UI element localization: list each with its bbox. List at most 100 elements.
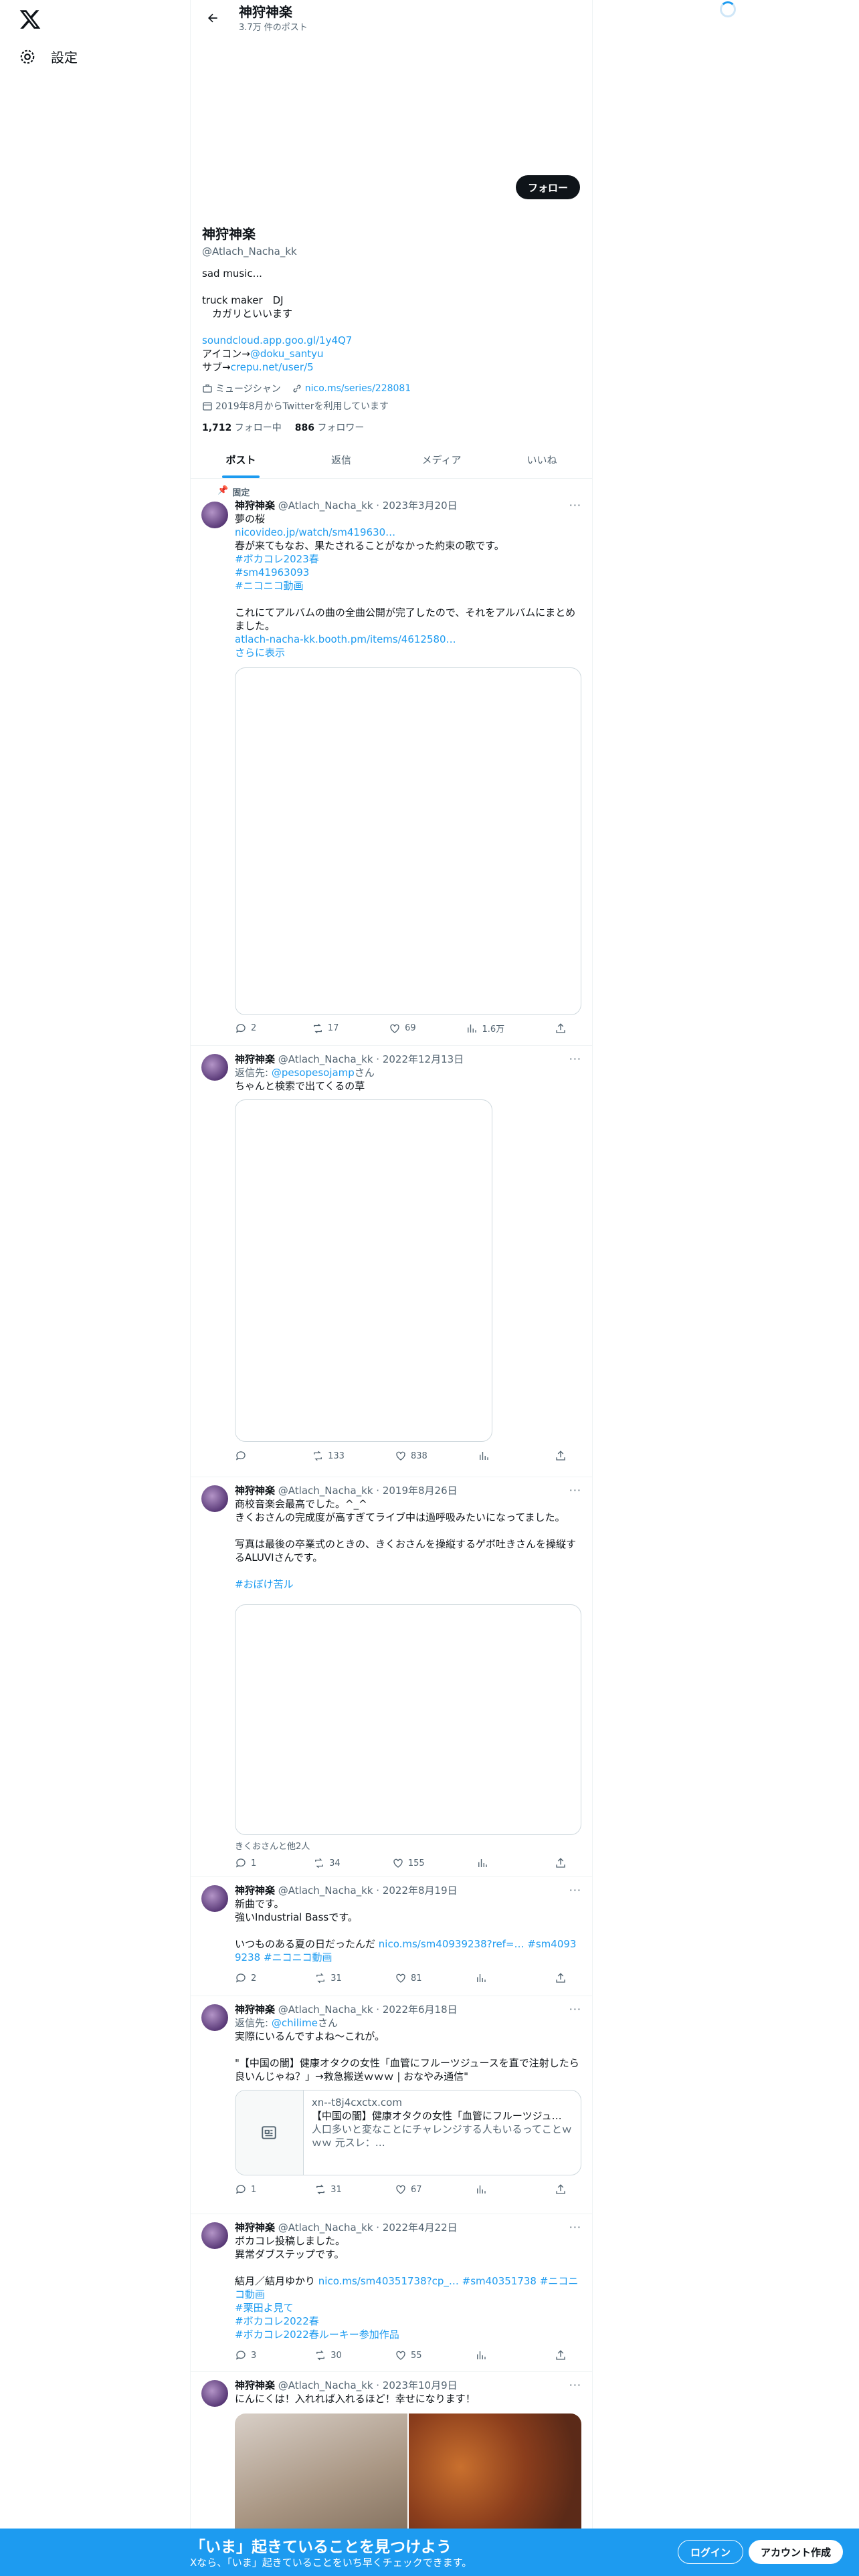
retweet-button[interactable]: 31: [314, 1972, 342, 1984]
tweet[interactable]: 📌 固定 神狩神楽 @Atlach_Nacha_kk · 2023年3月20日 ·…: [191, 479, 592, 1046]
signup-bar-subtitle: Xなら、「いま」起きていることをいち早くチェックできます。: [190, 2557, 472, 2569]
tweet[interactable]: 神狩神楽 @Atlach_Nacha_kk · 2022年4月22日 ··· ボ…: [191, 2214, 592, 2372]
tweet-meta: @Atlach_Nacha_kk · 2022年12月13日: [278, 1053, 464, 1065]
avatar[interactable]: [201, 1485, 228, 1512]
like-button[interactable]: 81: [395, 1972, 422, 1984]
tweet-meta: @Atlach_Nacha_kk · 2022年4月22日: [278, 2222, 458, 2234]
back-arrow-icon[interactable]: [201, 7, 224, 29]
x-logo-icon[interactable]: [19, 8, 41, 31]
retweet-button[interactable]: 30: [314, 2349, 342, 2361]
retweet-button[interactable]: 17: [312, 1023, 339, 1035]
tab-media[interactable]: メディア: [391, 441, 492, 478]
avatar[interactable]: [201, 1054, 228, 1081]
article-icon: [235, 2090, 304, 2175]
more-options-icon[interactable]: ···: [569, 1053, 581, 1065]
like-button[interactable]: 155: [392, 1857, 425, 1869]
more-options-icon[interactable]: ···: [569, 499, 581, 512]
tweet[interactable]: 神狩神楽 @Atlach_Nacha_kk · 2022年6月18日 ··· 返…: [191, 1996, 592, 2214]
show-more-link[interactable]: さらに表示: [235, 647, 285, 659]
share-icon[interactable]: [555, 2349, 581, 2361]
nav-settings[interactable]: 設定: [19, 47, 78, 66]
reply-button[interactable]: 1: [235, 2183, 262, 2195]
reply-button[interactable]: 1: [235, 1857, 262, 1869]
avatar[interactable]: [201, 2380, 228, 2407]
tweet-link[interactable]: nicovideo.jp/watch/sm419630…: [235, 526, 395, 538]
like-button[interactable]: 69: [389, 1023, 416, 1035]
tweet-media[interactable]: [235, 2413, 581, 2547]
tweet[interactable]: 神狩神楽 @Atlach_Nacha_kk · 2022年12月13日 ··· …: [191, 1046, 592, 1477]
photo-2[interactable]: [409, 2413, 581, 2547]
card-description: 人口多いと変なことにチャレンジする人もいるってことｗｗｗ 元スレ：…: [311, 2123, 572, 2149]
tweet-text: 商校音楽会最高でした。^_^ きくおさんの完成度が高すぎてライブ中は過呼吸みたい…: [235, 1498, 577, 1564]
bio-link-crepu[interactable]: crepu.net/user/5: [231, 361, 314, 373]
views-button[interactable]: [476, 1857, 503, 1869]
tweet[interactable]: 神狩神楽 @Atlach_Nacha_kk · 2022年8月19日 ··· 新…: [191, 1877, 592, 1996]
reply-button[interactable]: 3: [235, 2349, 262, 2361]
views-button[interactable]: [475, 2349, 502, 2361]
retweet-button[interactable]: 31: [314, 2183, 342, 2195]
following-count[interactable]: 1,712 フォロー中: [202, 421, 282, 434]
followers-count[interactable]: 886 フォロワー: [295, 421, 365, 434]
link-card[interactable]: xn--t8j4cxctx.com 【中国の闇】健康オタクの女性「血管にフルーツ…: [235, 2090, 581, 2175]
loading-spinner-icon: [720, 1, 736, 17]
tweet-author: 神狩神楽: [235, 1485, 276, 1497]
views-button[interactable]: [478, 1450, 504, 1462]
views-button[interactable]: [475, 1972, 502, 1984]
photo-1[interactable]: [235, 2413, 407, 2547]
reply-to-link[interactable]: @chilime: [272, 2017, 318, 2029]
more-options-icon[interactable]: ···: [569, 2003, 581, 2016]
profile-tabs: ポスト 返信 メディア いいね: [191, 441, 592, 479]
views-button[interactable]: 1.6万: [466, 1022, 504, 1035]
tweet-hashtags[interactable]: #ボカコレ2023春 #sm41963093 #ニコニコ動画: [235, 553, 319, 592]
profile-website[interactable]: nico.ms/series/228081: [305, 383, 411, 394]
share-icon[interactable]: [555, 1857, 581, 1869]
like-button[interactable]: 55: [395, 2349, 422, 2361]
reply-button[interactable]: 2: [235, 1023, 262, 1035]
share-icon[interactable]: [555, 1972, 581, 1984]
create-account-button[interactable]: アカウント作成: [749, 2540, 844, 2564]
profile-bio: sad music... truck maker DJ カガリといいます sou…: [202, 267, 581, 374]
tab-likes[interactable]: いいね: [492, 441, 592, 478]
tweet-hashtag[interactable]: #おぼけ苦ル: [235, 1578, 294, 1590]
tab-replies[interactable]: 返信: [291, 441, 391, 478]
tweet-meta: @Atlach_Nacha_kk · 2019年8月26日: [278, 1485, 458, 1497]
more-options-icon[interactable]: ···: [569, 2221, 581, 2234]
tab-posts[interactable]: ポスト: [191, 441, 291, 478]
tweet-text: 新曲です。 強いIndustrial Bassです。 いつものある夏の日だったん…: [235, 1898, 577, 1963]
reply-to-link[interactable]: @pesopesojamp: [272, 1067, 355, 1079]
tweet-media[interactable]: [235, 1604, 581, 1835]
tweet[interactable]: 神狩神楽 @Atlach_Nacha_kk · 2019年8月26日 ··· 商…: [191, 1477, 592, 1877]
more-options-icon[interactable]: ···: [569, 1484, 581, 1497]
login-button[interactable]: ログイン: [678, 2540, 744, 2564]
share-icon[interactable]: [555, 1450, 581, 1462]
follow-button[interactable]: フォロー: [515, 175, 580, 199]
like-button[interactable]: 67: [395, 2183, 422, 2195]
media-caption[interactable]: きくおさんと他2人: [235, 1839, 581, 1852]
more-options-icon[interactable]: ···: [569, 1884, 581, 1897]
profile-header: 神狩神楽 3.7万 件のポスト: [191, 0, 592, 36]
avatar[interactable]: [201, 2222, 228, 2249]
bio-link-soundcloud[interactable]: soundcloud.app.goo.gl/1y4Q7: [202, 334, 352, 346]
avatar[interactable]: [201, 502, 228, 528]
avatar[interactable]: [201, 1885, 228, 1912]
link-icon: [292, 383, 302, 394]
bio-link-icon-user[interactable]: @doku_santyu: [250, 348, 324, 360]
gear-icon: [19, 48, 36, 66]
bottom-signup-bar: 「いま」起きていることを見つけよう Xなら、「いま」起きていることをいち早くチェ…: [0, 2529, 859, 2576]
retweet-button[interactable]: 34: [313, 1857, 341, 1869]
reply-button[interactable]: 2: [235, 1972, 262, 1984]
avatar[interactable]: [201, 2004, 228, 2031]
tweet-media[interactable]: [235, 667, 581, 1015]
bio-text-sub: サブ→: [202, 361, 231, 373]
share-icon[interactable]: [555, 1023, 581, 1035]
views-button[interactable]: [475, 2183, 502, 2195]
tweet-actions: 133 838: [235, 1450, 581, 1462]
tweet-link[interactable]: atlach-nacha-kk.booth.pm/items/4612580…: [235, 633, 456, 645]
more-options-icon[interactable]: ···: [569, 2379, 581, 2391]
reply-button[interactable]: [235, 1450, 262, 1462]
retweet-button[interactable]: 133: [312, 1450, 345, 1462]
share-icon[interactable]: [555, 2183, 581, 2195]
tweet-media[interactable]: [235, 1099, 492, 1442]
tweet-text: ボカコレ投稿しました。 異常ダブステップです。 結月／結月ゆかり nico.ms…: [235, 2235, 579, 2341]
like-button[interactable]: 838: [395, 1450, 427, 1462]
